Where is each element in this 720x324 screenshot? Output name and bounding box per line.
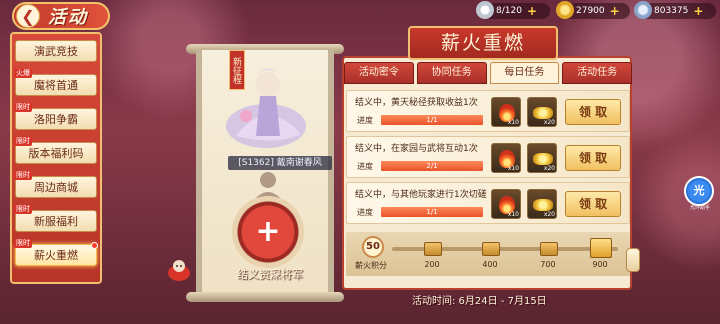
progress-label: 进度: [357, 162, 373, 171]
tab-secret-order[interactable]: 活动密令: [344, 62, 414, 84]
chest-icon[interactable]: [538, 238, 558, 256]
reward-count: x10: [507, 119, 519, 126]
sidebar-item-label: 新服福利: [34, 215, 78, 228]
tab-daily[interactable]: 每日任务: [489, 62, 560, 84]
page-title: 活动: [48, 7, 88, 28]
event-time: 活动时间: 6月24日 - 7月15日: [412, 296, 547, 307]
gold-ingot-icon[interactable]: x20: [527, 97, 557, 127]
add-gold-button[interactable]: +: [610, 4, 620, 18]
sidebar-item-label: 洛阳争霸: [34, 113, 78, 126]
plus-icon: +: [255, 214, 281, 249]
limited-tag: 限时: [14, 171, 32, 180]
floating-assistant-button[interactable]: 光: [684, 176, 714, 206]
score-value: 50: [362, 236, 384, 258]
limited-tag: 限时: [14, 103, 32, 112]
scroll-caption: 结义资深将军: [237, 268, 303, 281]
milestone-label: 900: [592, 260, 608, 269]
limited-tag: 限时: [14, 239, 32, 248]
panel-title: 薪火重燃: [408, 26, 558, 60]
silver-coin-icon: [476, 1, 494, 19]
back-button[interactable]: ❮ 活动: [12, 2, 110, 30]
sidebar-item-shop[interactable]: 限时 周边商城: [14, 171, 97, 198]
reward-count: x20: [543, 211, 555, 218]
tab-event-tasks[interactable]: 活动任务: [562, 62, 632, 84]
progress-text: 2/1: [426, 162, 438, 170]
mascot-icon: [166, 258, 192, 282]
sidebar-item-luoyang[interactable]: 限时 洛阳争霸: [14, 103, 97, 130]
fire-icon[interactable]: x10: [491, 97, 521, 127]
progress-label: 进度: [357, 208, 373, 217]
reward-count: x20: [543, 119, 555, 126]
fire-icon[interactable]: x10: [491, 189, 521, 219]
score-label: 薪火积分: [355, 261, 387, 270]
resource-jade: 803375 +: [634, 1, 716, 19]
notification-dot: [91, 242, 98, 249]
chest-icon[interactable]: [422, 238, 442, 256]
milestone-label: 700: [540, 260, 556, 269]
progress-bar: 2/1: [381, 161, 483, 171]
progress-text: 1/1: [426, 116, 438, 124]
limited-tag: 限时: [14, 205, 32, 214]
claim-button[interactable]: 领 取: [565, 99, 621, 125]
chest-icon[interactable]: [480, 238, 500, 256]
gold-ingot-icon: [556, 1, 574, 19]
progress-text: 1/1: [426, 208, 438, 216]
sidebar-item-label: 薪火重燃: [34, 249, 78, 262]
jade-icon: [634, 1, 652, 19]
resource-value: 27900: [576, 6, 605, 16]
sidebar-item-label: 演武竞技: [34, 45, 78, 58]
limited-tag: 限时: [14, 137, 32, 146]
task-row: 结义中，黄天秘径获取收益1次 进度 1/1 x10 x20 领 取: [346, 90, 630, 132]
reward-count: x10: [507, 165, 519, 172]
resource-gold: 27900 +: [556, 1, 630, 19]
gold-ingot-icon[interactable]: x20: [527, 189, 557, 219]
sidebar-item-mojiang[interactable]: 火爆 魔将首通: [14, 69, 97, 96]
reward-count: x10: [507, 211, 519, 218]
task-description: 结义中，黄天秘径获取收益1次: [355, 98, 478, 108]
task-row: 结义中，在家园与武将互动1次 进度 2/1 x10 x20 领 取: [346, 136, 630, 178]
milestone-label: 200: [424, 260, 440, 269]
tab-cooperative[interactable]: 协同任务: [416, 62, 487, 84]
task-description: 结义中，与其他玩家进行1次切磋: [355, 190, 487, 200]
scroll-rod-bottom: [186, 292, 344, 302]
back-arrow-icon: ❮: [16, 4, 40, 28]
activity-sidebar: 演武竞技 火爆 魔将首通 限时 洛阳争霸 限时 版本福利码 限时 周边商城 限时…: [10, 32, 102, 284]
progress-label: 进度: [357, 116, 373, 125]
add-sworn-partner-button[interactable]: +: [232, 196, 304, 268]
sidebar-item-label: 魔将首通: [34, 79, 78, 92]
floating-assistant-label: 光环助手: [689, 205, 710, 211]
task-row: 结义中，与其他玩家进行1次切磋 进度 1/1 x10 x20 领 取: [346, 182, 630, 224]
fire-icon[interactable]: x10: [491, 143, 521, 173]
panel-tabs: 活动密令 协同任务 每日任务 活动任务: [344, 62, 632, 84]
gold-ingot-icon[interactable]: x20: [527, 143, 557, 173]
claim-button[interactable]: 领 取: [565, 145, 621, 171]
progress-bar: 1/1: [381, 207, 483, 217]
add-jade-button[interactable]: +: [693, 4, 703, 18]
task-description: 结义中，在家园与武将互动1次: [355, 144, 478, 154]
hot-tag: 火爆: [14, 69, 32, 78]
sidebar-item-yanwu[interactable]: 演武竞技: [15, 40, 97, 62]
sidebar-item-newserver[interactable]: 限时 新服福利: [14, 205, 97, 232]
reward-count: x20: [543, 165, 555, 172]
add-silver-button[interactable]: +: [527, 4, 537, 18]
milestone-label: 400: [482, 260, 498, 269]
claim-button[interactable]: 领 取: [565, 191, 621, 217]
lantern-icon: [626, 248, 640, 272]
sidebar-item-code[interactable]: 限时 版本福利码: [14, 137, 97, 164]
sidebar-item-label: 版本福利码: [28, 147, 84, 160]
resource-silver: 8/120 +: [476, 1, 550, 19]
big-chest-icon[interactable]: [590, 238, 612, 258]
sidebar-item-label: 周边商城: [34, 181, 78, 194]
hero-portrait[interactable]: [216, 56, 316, 156]
resource-value: 803375: [654, 6, 689, 16]
progress-bar: 1/1: [381, 115, 483, 125]
resource-value: 8/120: [496, 6, 522, 16]
hero-label: [S1362] 戴南谢春风: [228, 156, 332, 170]
sidebar-item-xinhuo[interactable]: 限时 薪火重燃: [14, 239, 98, 266]
